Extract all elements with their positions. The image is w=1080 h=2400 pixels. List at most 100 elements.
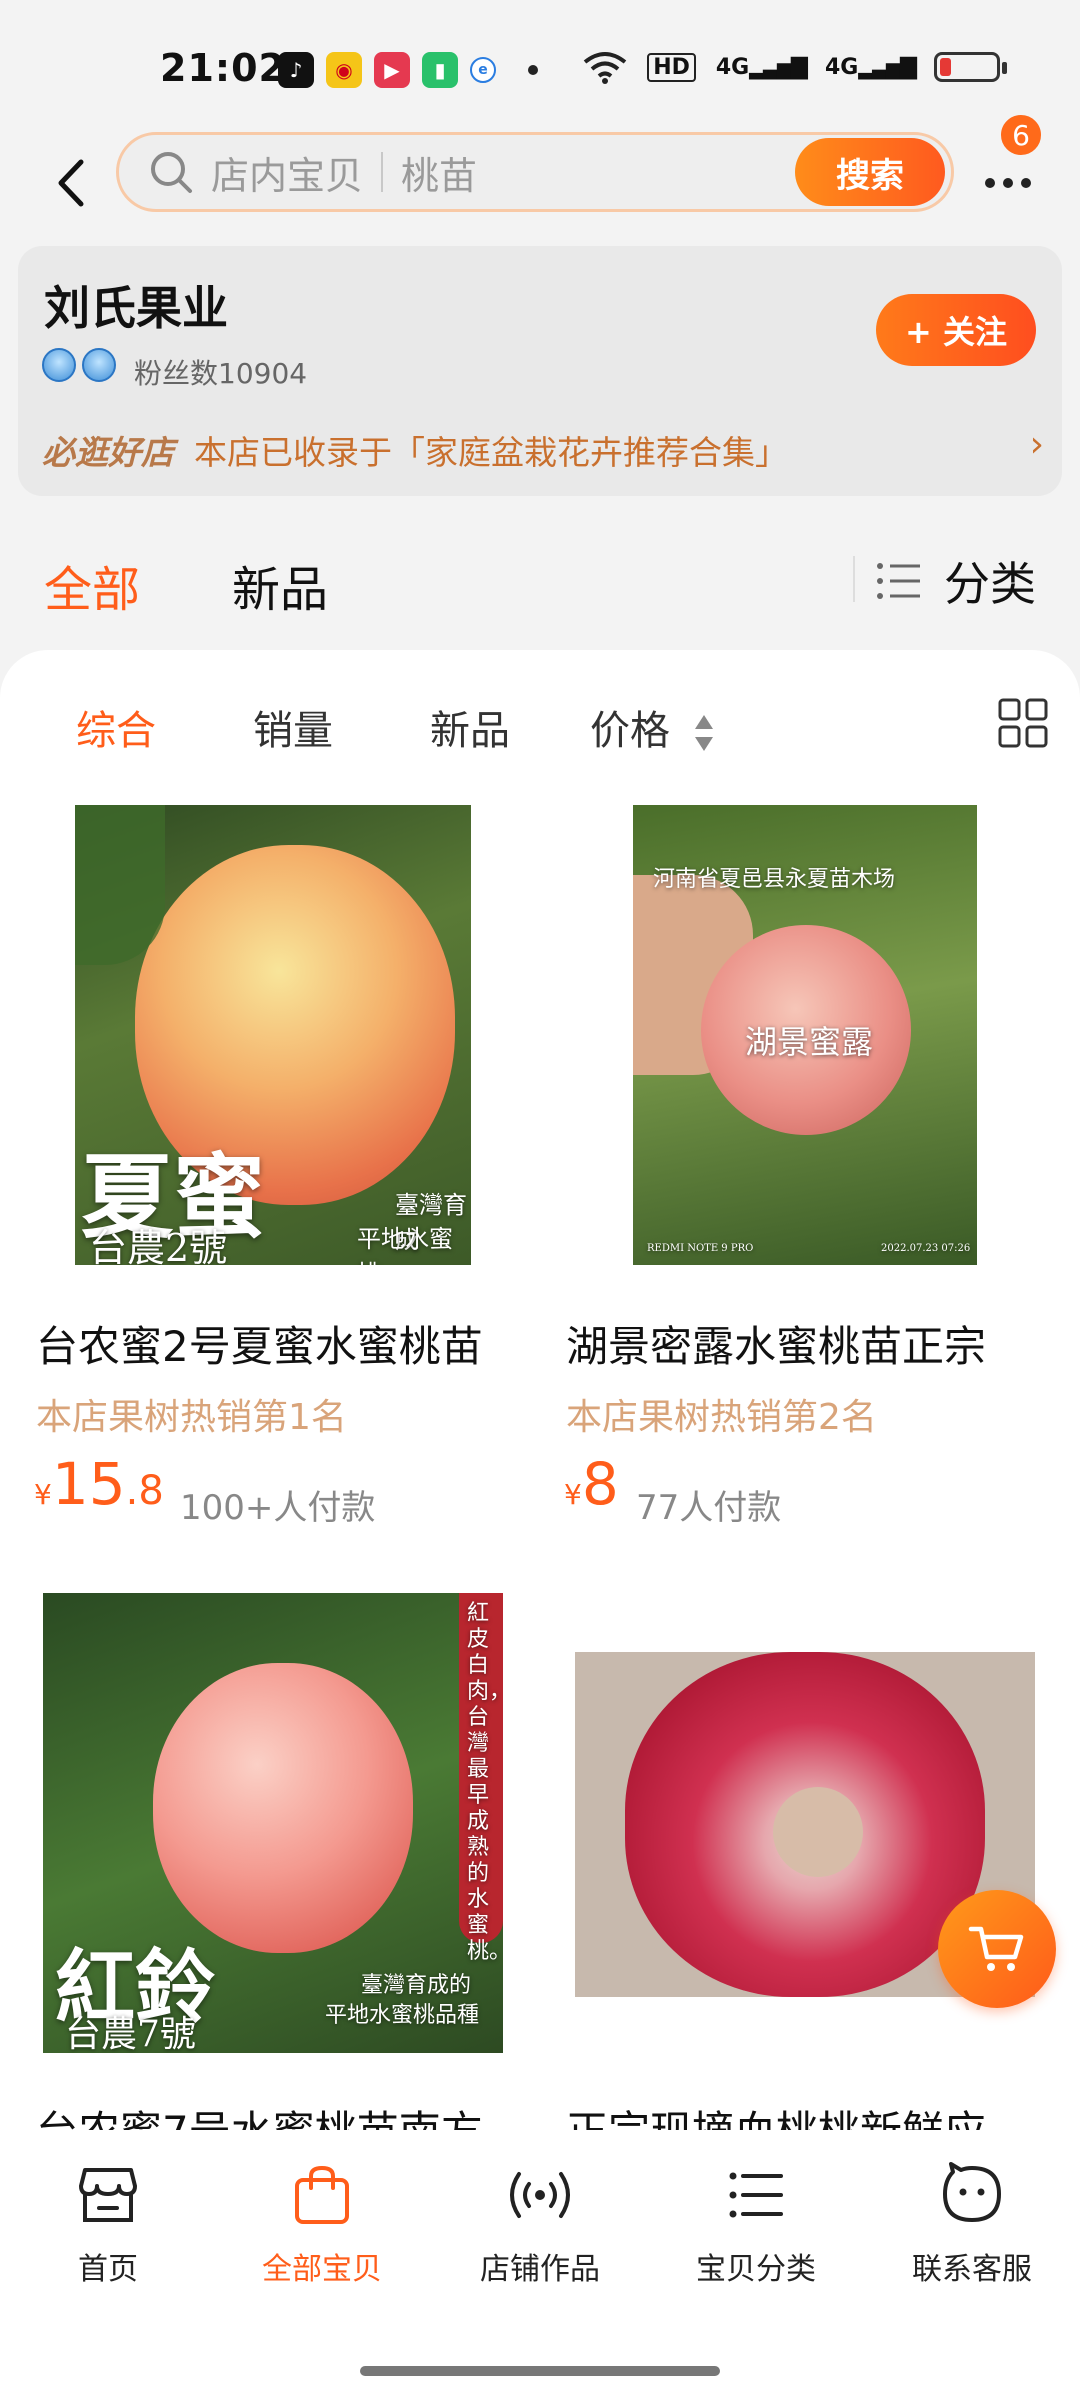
product-image[interactable]: 夏蜜 台農2號 臺灣育成 平地水蜜桃	[75, 805, 471, 1265]
shop-name: 刘氏果业	[44, 281, 228, 335]
product-title[interactable]: 正宗现摘血桃桃新鲜应	[566, 2098, 1046, 2130]
video-icon: ▶	[374, 52, 410, 88]
status-indicators: HD 4G▂▃▅▇ 4G▂▃▅▇	[583, 50, 1007, 84]
product-title[interactable]: 湖景密露水蜜桃苗正宗	[566, 1313, 1046, 1374]
promo-text: 本店已收录于「家庭盆栽花卉推荐合集」	[194, 433, 788, 472]
sort-sales[interactable]: 销量	[253, 698, 333, 756]
signal-4g-2: 4G▂▃▅▇	[824, 54, 917, 80]
more-dot-icon	[985, 178, 995, 188]
sort-bar: 综合 销量 新品 价格	[0, 680, 1080, 760]
image-overlay-subtitle: 台農7號	[65, 2014, 196, 2053]
notification-badge: 6	[998, 112, 1044, 158]
product-image[interactable]: 河南省夏邑县永夏苗木场 湖景蜜露 REDMI NOTE 9 PRO 2022.0…	[633, 805, 977, 1265]
leaf-illustration	[75, 805, 165, 965]
fans-count: 粉丝数10904	[134, 357, 308, 390]
search-divider	[381, 152, 384, 192]
nav-item-categories-label: 宝贝分类	[696, 2252, 816, 2287]
category-button[interactable]: 分类	[876, 548, 1036, 614]
product-price: ¥15.8	[34, 1450, 164, 1518]
battery-fill	[940, 58, 951, 76]
more-dot-icon	[1003, 178, 1013, 188]
search-header: 店内宝贝 桃苗 搜索 6	[0, 112, 1080, 238]
tab-new[interactable]: 新品	[232, 550, 328, 620]
crown-icon	[42, 348, 76, 382]
shop-info-card[interactable]: 刘氏果业 粉丝数10904 + 关注 必逛好店 本店已收录于「家庭盆栽花卉推荐合…	[18, 246, 1062, 496]
product-panel: 综合 销量 新品 价格 夏蜜 台農2號 臺灣育成 平地水蜜桃 台农蜜2号夏蜜水蜜…	[0, 650, 1080, 2130]
product-title[interactable]: 台农蜜7号水蜜桃苗南方	[36, 2098, 516, 2130]
signal-4g-1: 4G▂▃▅▇	[715, 54, 808, 80]
weibo-icon: ◉	[326, 52, 362, 88]
chevron-left-icon	[58, 159, 84, 207]
peach-illustration	[153, 1663, 413, 1953]
nav-shop-works[interactable]: 店铺作品	[440, 2160, 640, 2288]
bottom-nav: 首页 全部宝贝 店铺作品 宝贝分类 联系客服	[0, 2130, 1080, 2400]
crown-icon	[82, 348, 116, 382]
search-icon	[151, 152, 192, 193]
nav-item-categories[interactable]: 宝贝分类	[656, 2160, 856, 2288]
peach-pit-illustration	[773, 1787, 863, 1877]
nav-shop-works-label: 店铺作品	[480, 2252, 600, 2287]
search-input[interactable]: 店内宝贝 桃苗 搜索	[116, 132, 954, 212]
sort-new[interactable]: 新品	[430, 698, 510, 756]
category-label: 分类	[944, 557, 1036, 611]
nav-home[interactable]: 首页	[8, 2160, 208, 2288]
battery-saver-icon: ▮	[422, 52, 458, 88]
grid-view-icon[interactable]	[998, 698, 1048, 748]
tiktok-icon: ♪	[278, 52, 314, 88]
product-image[interactable]: 紅皮白肉，台灣最早成熟的水蜜桃。 紅鈴 台農7號 臺灣育成的 平地水蜜桃品種	[43, 1593, 503, 2053]
battery-icon	[934, 52, 1007, 82]
more-notifications-icon	[528, 65, 538, 75]
list-icon	[729, 2172, 783, 2218]
back-button[interactable]	[40, 148, 100, 218]
cart-button[interactable]	[938, 1890, 1056, 2008]
status-time: 21:02	[160, 46, 286, 90]
status-bar: 21:02 ♪ ◉ ▶ ▮ e HD 4G▂▃▅▇ 4G▂▃▅▇	[0, 0, 1080, 130]
broadcast-icon	[510, 2172, 570, 2218]
image-camera-watermark: REDMI NOTE 9 PRO	[647, 1243, 754, 1254]
nav-all-items[interactable]: 全部宝贝	[222, 2160, 422, 2288]
hd-indicator: HD	[647, 52, 696, 82]
shop-icon	[79, 2168, 137, 2222]
sort-comprehensive[interactable]: 综合	[76, 698, 156, 756]
nav-all-items-label: 全部宝贝	[262, 2252, 382, 2287]
image-overlay-note: 平地水蜜桃品種	[325, 2003, 480, 2028]
sort-price-label: 价格	[590, 708, 670, 754]
bag-icon	[295, 2165, 349, 2224]
search-scope-label: 店内宝贝	[211, 153, 364, 198]
wifi-icon	[583, 52, 627, 84]
image-date-watermark: 2022.07.23 07:26	[881, 1243, 971, 1254]
image-overlay-header: 河南省夏邑县永夏苗木场	[653, 867, 896, 892]
nav-home-label: 首页	[78, 2252, 138, 2287]
home-indicator[interactable]	[360, 2366, 720, 2376]
product-sold-count: 77人付款	[636, 1488, 782, 1528]
product-title[interactable]: 台农蜜2号夏蜜水蜜桃苗	[36, 1313, 516, 1374]
search-keyword[interactable]: 桃苗	[401, 145, 795, 200]
image-banner-text: 紅皮白肉，台灣最早成熟的水蜜桃。	[467, 1601, 503, 1964]
product-rank: 本店果树热销第2名	[566, 1397, 877, 1438]
tab-divider	[853, 556, 855, 602]
nav-customer-service[interactable]: 联系客服	[872, 2160, 1072, 2288]
more-menu-button[interactable]	[978, 158, 1038, 208]
sort-arrows-icon	[694, 715, 713, 751]
browser-icon: e	[470, 57, 496, 83]
product-rank: 本店果树热销第1名	[36, 1397, 347, 1438]
nav-customer-service-label: 联系客服	[912, 2252, 1032, 2287]
shop-promo-link[interactable]: 必逛好店 本店已收录于「家庭盆栽花卉推荐合集」 ›	[42, 424, 1044, 474]
sort-price[interactable]: 价格	[590, 698, 715, 756]
more-dot-icon	[1021, 178, 1031, 188]
list-icon	[877, 563, 920, 599]
chat-face-icon	[943, 2162, 1001, 2222]
product-price: ¥8	[564, 1450, 619, 1518]
chevron-right-icon: ›	[1029, 424, 1044, 465]
image-overlay-title: 湖景蜜露	[745, 1023, 874, 1061]
promo-tag: 必逛好店	[42, 433, 174, 472]
shop-level-badges	[42, 348, 116, 382]
image-overlay-note: 平地水蜜桃	[357, 1225, 453, 1265]
product-sold-count: 100+人付款	[180, 1488, 376, 1528]
cart-icon	[968, 1926, 1024, 1971]
follow-button[interactable]: + 关注	[876, 294, 1036, 366]
search-button[interactable]: 搜索	[795, 138, 945, 206]
image-overlay-subtitle: 台農2號	[89, 1226, 228, 1265]
status-app-icons: ♪ ◉ ▶ ▮ e	[278, 52, 538, 88]
tab-all[interactable]: 全部	[44, 550, 140, 620]
